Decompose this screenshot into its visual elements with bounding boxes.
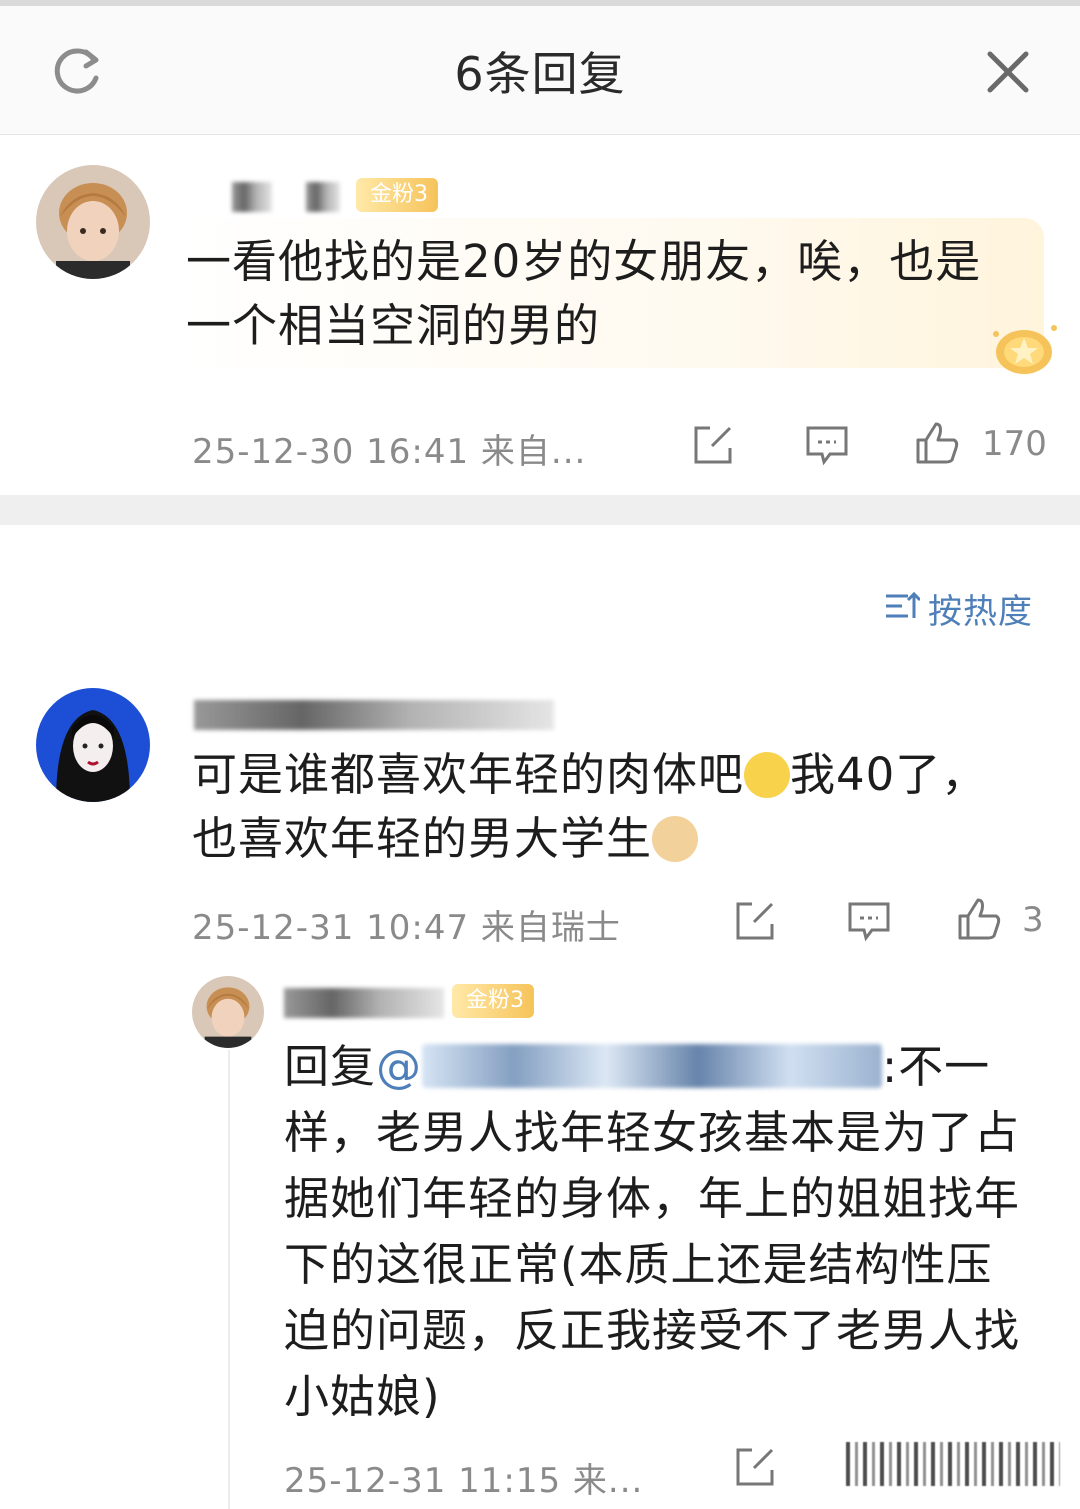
username-blurred[interactable] <box>232 182 272 212</box>
avatar[interactable] <box>36 688 150 802</box>
reply-text: 回复@:不一样，老男人找年轻女孩基本是为了占据她们年轻的身体，年上的姐姐找年下的… <box>284 1040 1021 1423</box>
laugh-cry-emoji-icon <box>744 752 791 798</box>
mention-username-blurred[interactable] <box>422 1044 883 1088</box>
mention-link[interactable]: @ <box>376 1040 883 1093</box>
obscured-actions <box>846 1442 1060 1486</box>
comment-meta: 25-12-30 16:41 来自... <box>192 432 587 472</box>
username-blurred[interactable] <box>194 700 554 730</box>
comment-icon[interactable] <box>846 898 892 944</box>
like-icon[interactable] <box>956 896 1002 942</box>
close-icon[interactable] <box>982 46 1034 98</box>
sort-label: 按热度 <box>928 592 1033 632</box>
reply-meta: 25-12-31 11:15 来... <box>284 1461 644 1501</box>
repost-icon[interactable] <box>690 422 736 468</box>
sort-button[interactable]: 按热度 <box>884 580 1044 632</box>
avatar[interactable] <box>36 165 150 279</box>
header-bar: 6条回复 <box>0 0 1080 135</box>
avatar[interactable] <box>192 976 264 1048</box>
like-icon[interactable] <box>914 420 960 466</box>
page-title: 6条回复 <box>454 47 626 101</box>
username-blurred[interactable] <box>284 988 444 1018</box>
fan-badge: 金粉3 <box>452 984 534 1018</box>
sheet-edge <box>0 0 1080 6</box>
comment-text: 一看他找的是20岁的女朋友，唉，也是一个相当空洞的男的 <box>186 235 982 352</box>
username-blurred[interactable] <box>306 182 340 212</box>
section-divider <box>0 495 1080 525</box>
comment-icon[interactable] <box>804 422 850 468</box>
repost-icon[interactable] <box>732 898 778 944</box>
fan-badge: 金粉3 <box>356 178 438 212</box>
repost-icon[interactable] <box>732 1444 778 1490</box>
reply-meta: 25-12-31 10:47 来自瑞士 <box>192 908 621 948</box>
reply-text: 可是谁都喜欢年轻的肉体吧 我40了，也喜欢年轻的男大学生 <box>192 748 988 865</box>
doge-emoji-icon <box>652 816 699 862</box>
sort-icon <box>886 591 920 618</box>
like-count: 3 <box>1022 900 1044 940</box>
thread-line <box>228 1050 230 1509</box>
like-count: 170 <box>982 424 1047 464</box>
